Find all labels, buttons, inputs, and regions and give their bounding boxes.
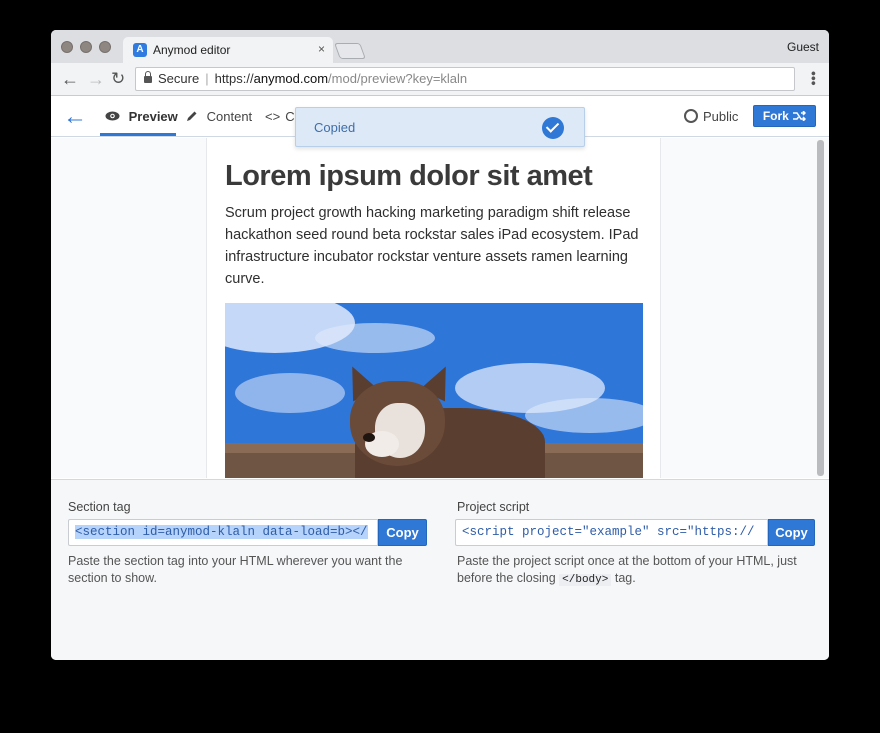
maximize-window-button[interactable] xyxy=(99,41,111,53)
project-script-input[interactable]: <script project="example" src="https:// xyxy=(455,519,768,546)
preview-scrollbar[interactable] xyxy=(817,140,824,476)
title-bar: A Anymod editor × Guest xyxy=(51,30,829,63)
tab-content-label: Content xyxy=(206,109,253,124)
back-arrow-icon[interactable]: ← xyxy=(63,103,87,131)
copied-toast: Copied xyxy=(295,107,585,147)
project-script-help-after: tag. xyxy=(611,571,636,585)
fork-icon xyxy=(792,109,807,123)
profile-label[interactable]: Guest xyxy=(787,40,819,54)
active-tab-indicator xyxy=(100,133,176,136)
preview-heading: Lorem ipsum dolor sit amet xyxy=(225,160,593,192)
fork-button[interactable]: Fork xyxy=(753,105,816,127)
section-tag-label: Section tag xyxy=(68,500,131,514)
omnibox-separator: | xyxy=(205,71,209,86)
project-script-label: Project script xyxy=(457,500,530,514)
close-window-button[interactable] xyxy=(61,41,73,53)
copy-section-tag-button[interactable]: Copy xyxy=(378,519,427,546)
dog-nose xyxy=(363,433,375,442)
checkmark-icon xyxy=(542,117,564,139)
tab-content[interactable]: Content xyxy=(186,109,252,124)
reload-icon[interactable]: ↻ xyxy=(111,69,125,89)
minimize-window-button[interactable] xyxy=(80,41,92,53)
section-tag-help: Paste the section tag into your HTML whe… xyxy=(68,554,403,585)
secure-label: Secure xyxy=(158,71,200,86)
project-script-code: <script project="example" src="https:// xyxy=(462,525,755,539)
eye-icon xyxy=(105,109,124,124)
preview-card: Lorem ipsum dolor sit amet Scrum project… xyxy=(206,138,661,478)
browser-window: A Anymod editor × Guest ← → ↻ Secure | htt… xyxy=(51,30,829,660)
url-path: /mod/preview?key=klaln xyxy=(328,71,468,86)
menu-kebab-icon[interactable]: ••• xyxy=(806,71,822,86)
browser-tab[interactable]: A Anymod editor × xyxy=(123,37,333,63)
embed-panel: Section tag <section id=anymod-klaln dat… xyxy=(51,479,829,660)
url-scheme: https:// xyxy=(214,71,254,86)
toast-text: Copied xyxy=(314,120,356,135)
forward-icon[interactable]: → xyxy=(87,69,105,89)
browser-toolbar: ← → ↻ Secure | https://anymod.com/mod/prev… xyxy=(51,63,829,96)
code-icon: <> xyxy=(265,109,281,124)
project-script-help: Paste the project script once at the bot… xyxy=(457,553,817,589)
new-tab-button[interactable] xyxy=(334,43,366,59)
public-toggle[interactable]: Public xyxy=(684,109,738,124)
pencil-icon xyxy=(186,109,202,124)
section-tag-input[interactable]: <section id=anymod-klaln data-load=b></ xyxy=(68,519,378,546)
anymod-favicon-icon: A xyxy=(133,43,147,57)
copy-project-script-button[interactable]: Copy xyxy=(768,519,815,546)
preview-paragraph: Scrum project growth hacking marketing p… xyxy=(225,205,639,287)
back-icon[interactable]: ← xyxy=(61,69,79,89)
tab-title: Anymod editor xyxy=(153,43,231,57)
url-host: anymod.com xyxy=(253,71,329,86)
globe-icon xyxy=(684,109,698,123)
preview-area: Lorem ipsum dolor sit amet Scrum project… xyxy=(51,138,829,478)
section-tag-code: <section id=anymod-klaln data-load=b></ xyxy=(75,525,368,539)
body-tag-code: </body> xyxy=(559,574,612,586)
lock-icon xyxy=(144,71,152,83)
public-label: Public xyxy=(703,109,739,124)
address-bar[interactable]: Secure | https://anymod.com/mod/preview?ke… xyxy=(135,67,795,91)
tab-preview-label: Preview xyxy=(128,109,178,124)
fork-label: Fork xyxy=(762,109,789,123)
corgi-photo xyxy=(225,303,643,478)
tab-preview[interactable]: Preview xyxy=(105,109,178,124)
tab-close-icon[interactable]: × xyxy=(318,42,325,56)
